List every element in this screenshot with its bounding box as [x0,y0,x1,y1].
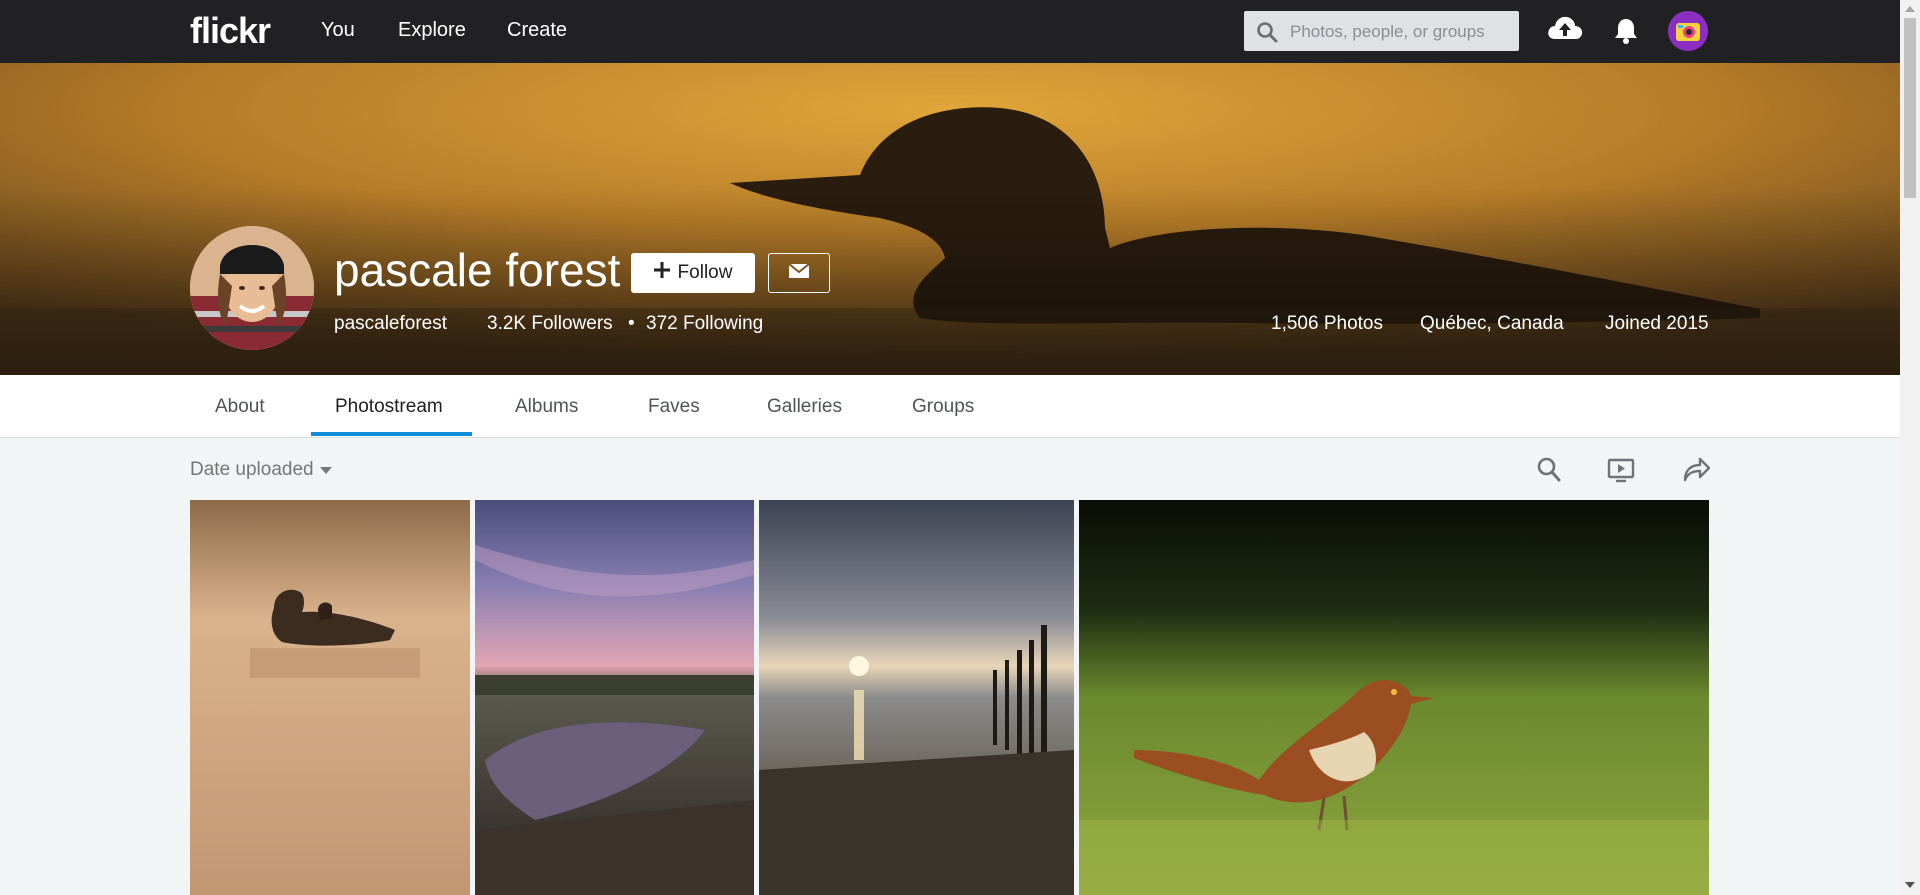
share-icon[interactable] [1682,455,1711,488]
tab-faves[interactable]: Faves [648,396,700,418]
joined-date: Joined 2015 [1605,313,1709,334]
scrollbar-thumb[interactable] [1904,18,1916,198]
slideshow-icon[interactable] [1607,457,1635,488]
active-tab-indicator [311,432,472,436]
search-box[interactable] [1244,11,1519,53]
photo-tile[interactable] [1079,500,1709,895]
scroll-down-arrow-icon[interactable] [1905,882,1915,888]
tab-albums[interactable]: Albums [515,396,578,418]
caret-down-icon [319,459,332,481]
search-icon [1256,21,1278,48]
top-nav-bar: flickr You Explore Create [0,0,1900,63]
message-button[interactable] [768,253,830,293]
follow-button[interactable]: Follow [631,253,755,293]
upload-cloud-icon[interactable] [1546,13,1584,48]
mail-icon [788,262,810,283]
bell-icon[interactable] [1613,17,1639,50]
tab-photostream[interactable]: Photostream [335,396,443,418]
profile-location: Québec, Canada [1420,313,1564,334]
profile-username: pascaleforest [334,313,448,334]
tab-galleries[interactable]: Galleries [767,396,842,418]
profile-name: pascale forest [334,244,621,296]
photo-tile[interactable] [475,500,754,895]
scrollbar[interactable] [1900,0,1920,895]
user-avatar[interactable] [1668,11,1708,51]
profile-tabs: About Photostream Albums Faves Galleries… [0,375,1900,438]
plus-icon [653,262,670,284]
photos-count: 1,506 Photos [1271,313,1383,334]
nav-link-create[interactable]: Create [507,19,567,42]
nav-link-explore[interactable]: Explore [398,19,466,42]
profile-avatar[interactable] [190,226,314,350]
tab-groups[interactable]: Groups [912,396,974,418]
nav-link-you[interactable]: You [321,19,355,42]
search-icon[interactable] [1536,455,1562,488]
follow-label: Follow [677,262,733,283]
photo-tile[interactable] [759,500,1074,895]
tab-about[interactable]: About [215,396,265,418]
followers-count[interactable]: 3.2K Followers [487,313,613,335]
photo-tile[interactable] [190,500,470,895]
sort-dropdown[interactable]: Date uploaded [190,459,332,481]
stat-separator: • [628,313,635,334]
following-count[interactable]: 372 Following [646,313,763,335]
sort-label: Date uploaded [190,459,314,480]
flickr-logo[interactable]: flickr [190,10,271,52]
search-input[interactable] [1288,11,1512,53]
scroll-up-arrow-icon[interactable] [1905,6,1915,12]
